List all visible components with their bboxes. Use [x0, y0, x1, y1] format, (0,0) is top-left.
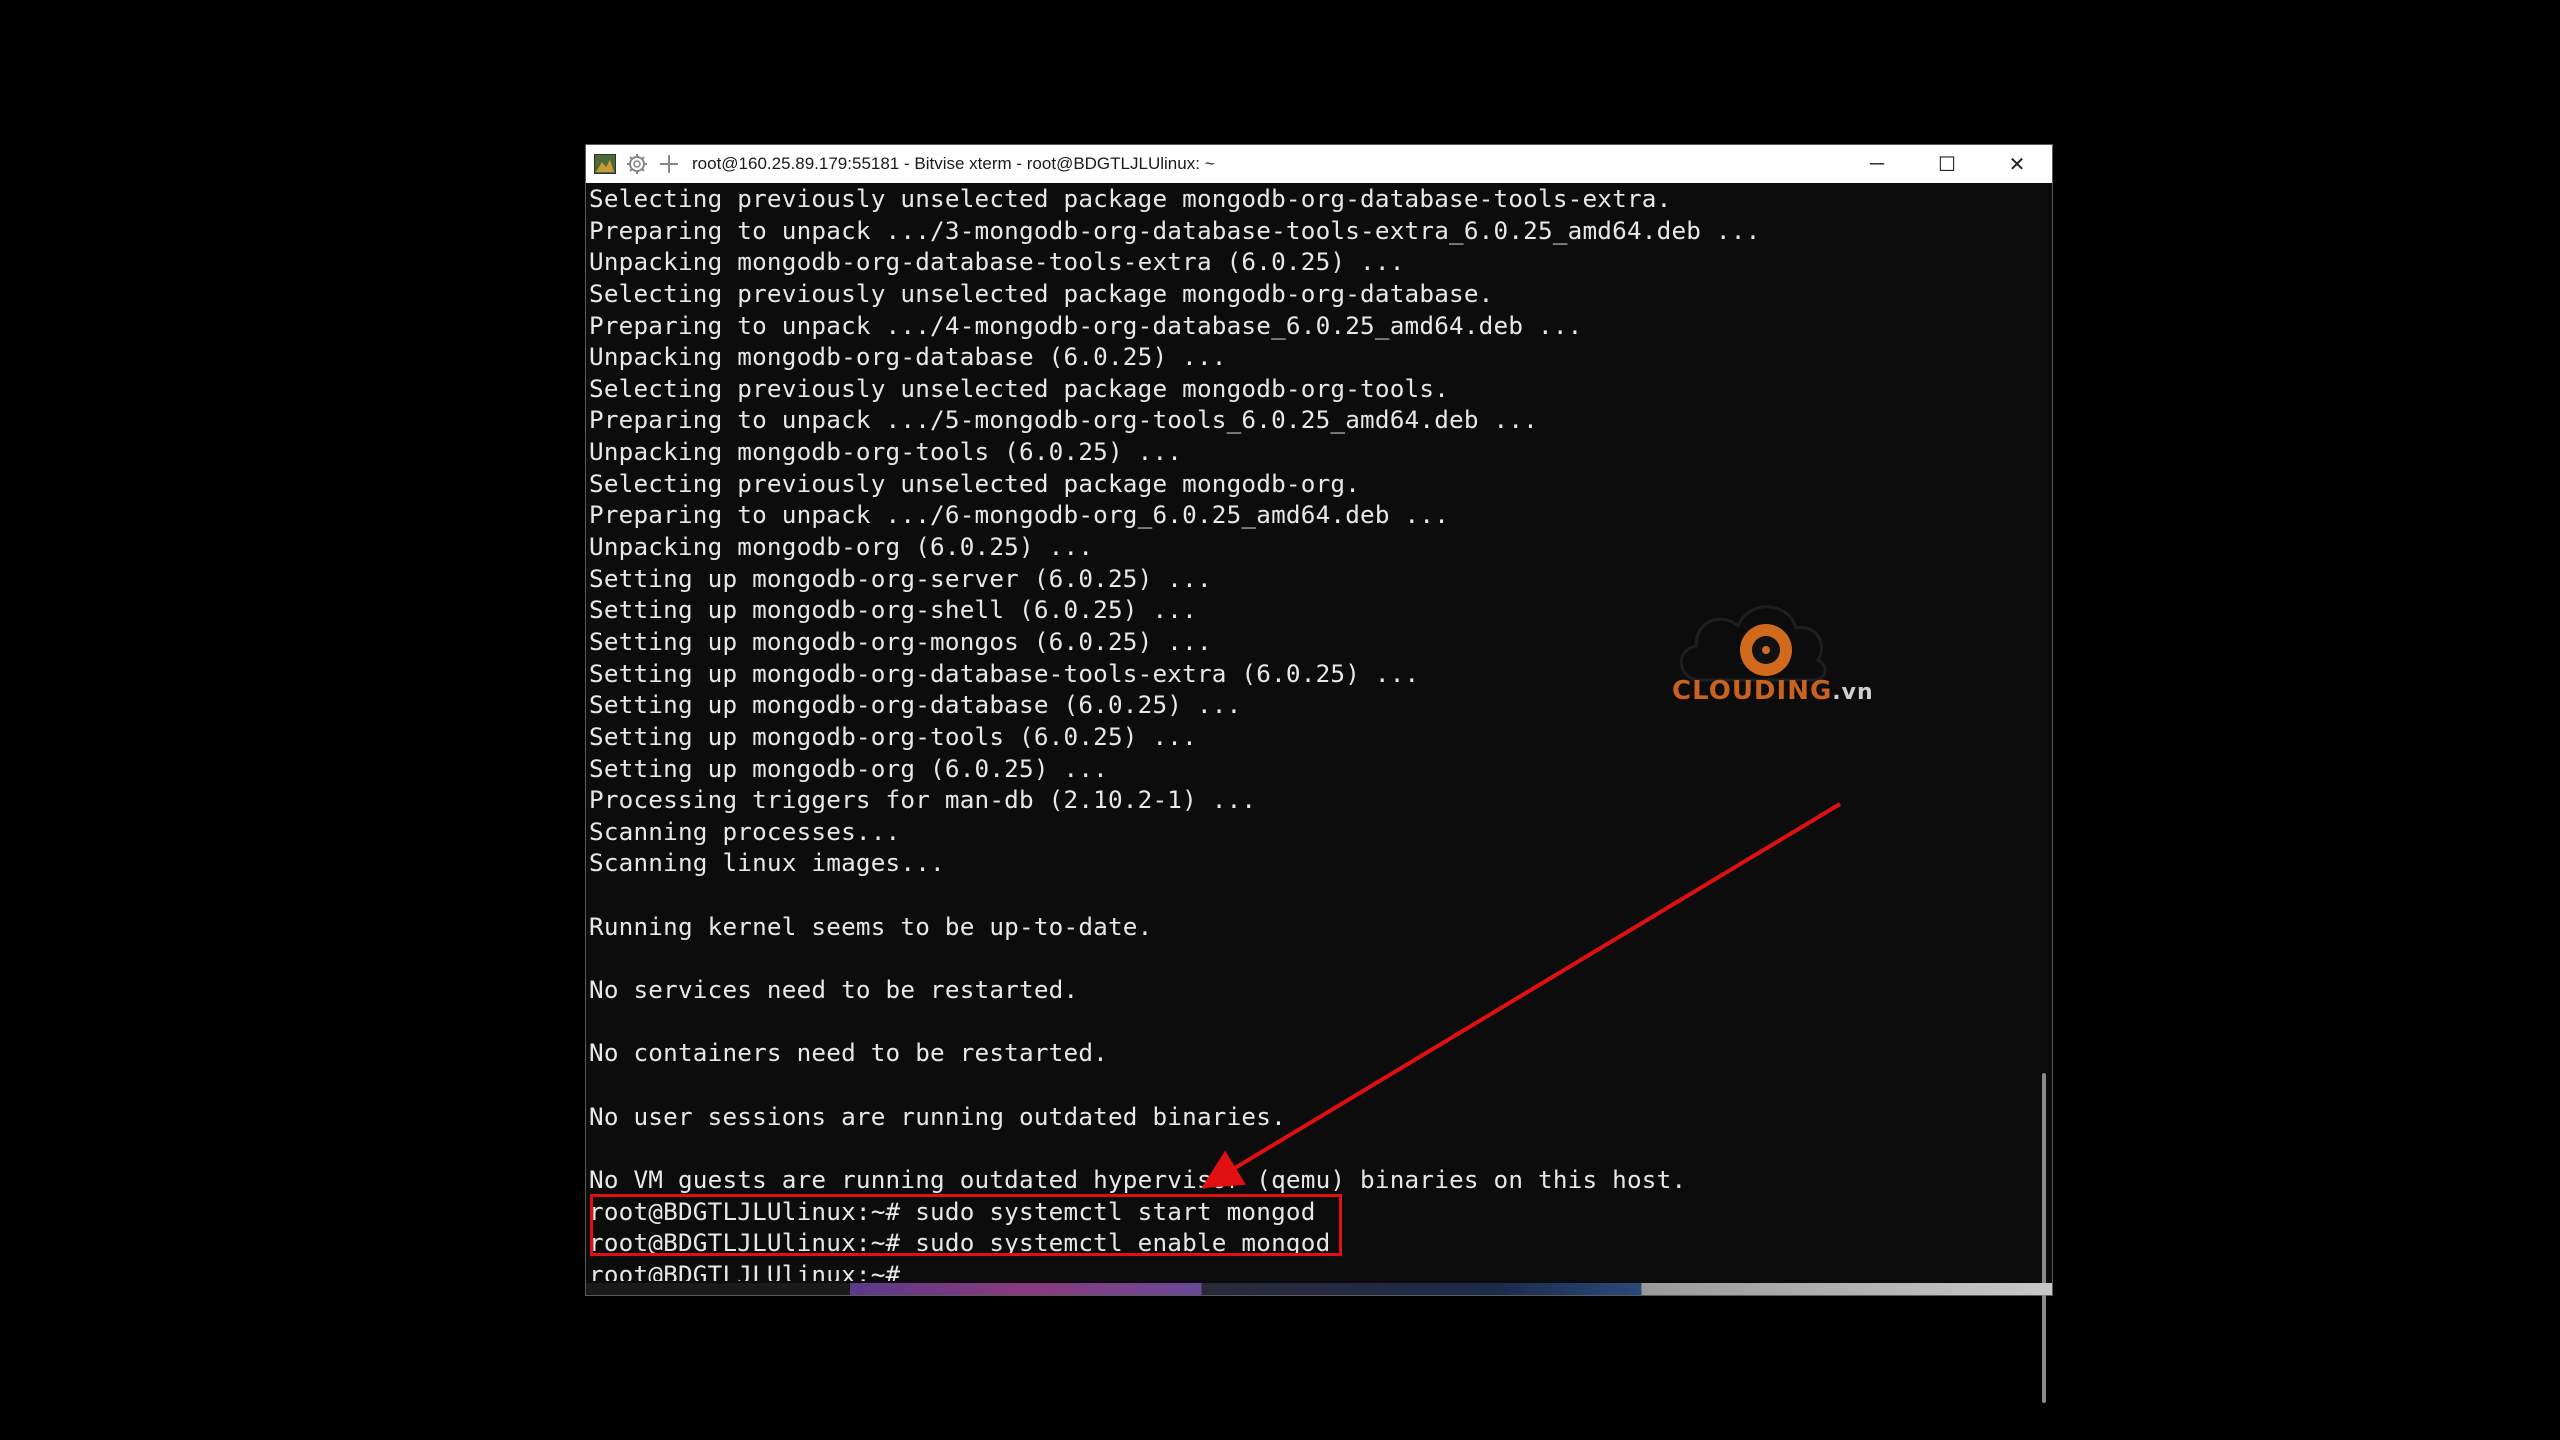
terminal-line: Preparing to unpack .../5-mongodb-org-to…	[589, 405, 1538, 435]
terminal-line: Processing triggers for man-db (2.10.2-1…	[589, 785, 1257, 815]
terminal-line: Running kernel seems to be up-to-date.	[589, 911, 1153, 941]
background-peek-strip	[586, 1283, 2052, 1295]
clouding-watermark-logo: CLOUDING.vn	[1660, 590, 1890, 720]
watermark-brand: CLOUDING	[1672, 676, 1833, 706]
terminal-line: Unpacking mongodb-org (6.0.25) ...	[589, 532, 1094, 562]
terminal-line: Selecting previously unselected package …	[589, 184, 1672, 213]
terminal-line: No VM guests are running outdated hyperv…	[589, 1164, 1687, 1194]
window-title: root@160.25.89.179:55181 - Bitvise xterm…	[692, 154, 1215, 173]
terminal-line: Scanning linux images...	[589, 848, 945, 878]
terminal-line: No services need to be restarted.	[589, 975, 1079, 1005]
terminal-line: Setting up mongodb-org (6.0.25) ...	[589, 753, 1108, 783]
watermark-tld: .vn	[1832, 680, 1874, 705]
app-icon[interactable]	[592, 151, 618, 177]
settings-gear-icon[interactable]	[624, 151, 650, 177]
terminal-output[interactable]: Selecting previously unselected package …	[589, 183, 2025, 1281]
terminal-line: Selecting previously unselected package …	[589, 373, 1450, 403]
scrollbar-thumb[interactable]	[2042, 1073, 2046, 1403]
terminal-line: Preparing to unpack .../4-mongodb-org-da…	[589, 310, 1583, 340]
watermark-text: CLOUDING.vn	[1672, 676, 1874, 706]
terminal-line: Preparing to unpack .../6-mongodb-org_6.…	[589, 500, 1450, 530]
move-crosshair-icon[interactable]	[656, 151, 682, 177]
terminal-line: No user sessions are running outdated bi…	[589, 1101, 1286, 1131]
terminal-line: root@BDGTLJLUlinux:~#	[589, 1259, 901, 1281]
title-bar[interactable]: root@160.25.89.179:55181 - Bitvise xterm…	[586, 145, 2052, 183]
terminal-line: Selecting previously unselected package …	[589, 278, 1494, 308]
terminal-line: Setting up mongodb-org-tools (6.0.25) ..…	[589, 721, 1197, 751]
command-highlight-box	[590, 1194, 1342, 1256]
terminal-window: root@160.25.89.179:55181 - Bitvise xterm…	[585, 144, 2053, 1403]
terminal-line: Unpacking mongodb-org-database-tools-ext…	[589, 247, 1405, 277]
minimize-button[interactable]: ─	[1842, 145, 1912, 183]
terminal-line: Unpacking mongodb-org-tools (6.0.25) ...	[589, 437, 1183, 467]
cloud-icon	[1679, 605, 1827, 682]
terminal-line: Unpacking mongodb-org-database (6.0.25) …	[589, 342, 1227, 372]
maximize-button[interactable]: ☐	[1912, 145, 1982, 183]
terminal-line: Selecting previously unselected package …	[589, 468, 1361, 498]
terminal-line: No containers need to be restarted.	[589, 1038, 1108, 1068]
terminal-line: Scanning processes...	[589, 816, 901, 846]
window-controls: ─ ☐ ✕	[1842, 145, 2052, 183]
vertical-scrollbar[interactable]	[2028, 183, 2052, 1403]
close-button[interactable]: ✕	[1982, 145, 2052, 183]
terminal-line: Preparing to unpack .../3-mongodb-org-da…	[589, 215, 1761, 245]
